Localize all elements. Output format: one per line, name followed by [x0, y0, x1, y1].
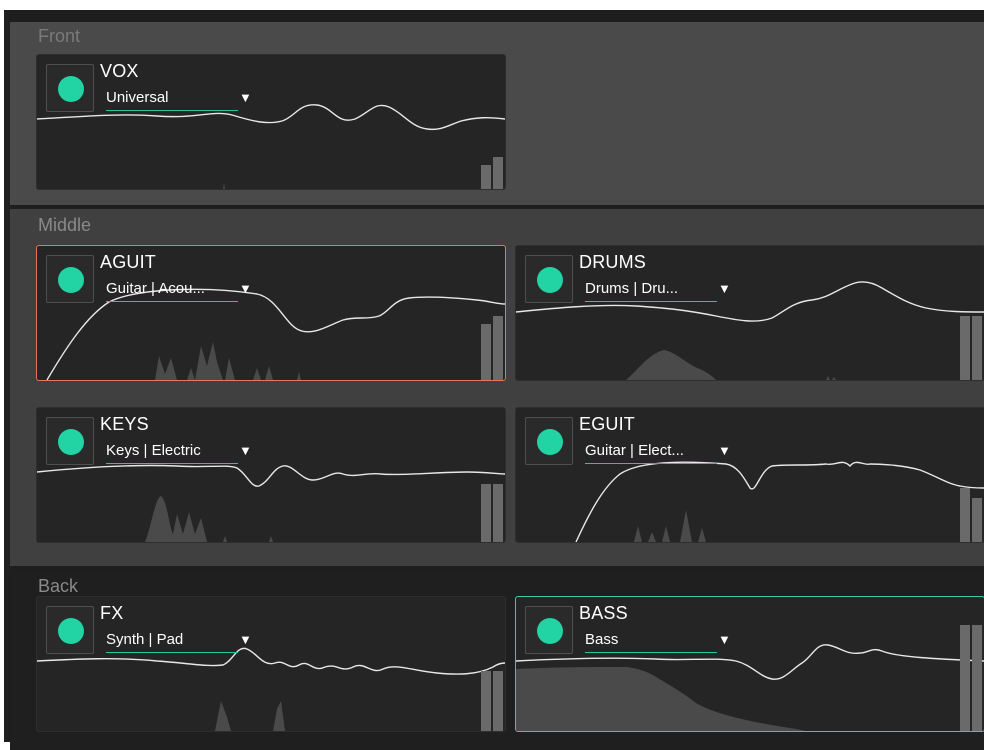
- level-meter-right: [493, 484, 503, 542]
- preset-dropdown[interactable]: Synth | Pad ▼: [106, 630, 252, 653]
- level-meter-left: [960, 316, 970, 380]
- track-card-drums[interactable]: DRUMS Drums | Dru... ▼: [515, 245, 984, 381]
- enable-button[interactable]: [46, 64, 94, 112]
- preset-dropdown[interactable]: Bass ▼: [585, 630, 731, 653]
- track-name: DRUMS: [579, 252, 646, 272]
- level-meter-left: [481, 324, 491, 380]
- track-name: EGUIT: [579, 414, 636, 434]
- preset-dropdown[interactable]: Universal ▼: [106, 88, 252, 111]
- enable-dot-icon: [537, 618, 563, 644]
- triangle-down-icon: ▼: [239, 632, 252, 647]
- enable-button[interactable]: [525, 417, 573, 465]
- enable-dot-icon: [537, 267, 563, 293]
- triangle-down-icon: ▼: [718, 632, 731, 647]
- triangle-down-icon: ▼: [718, 443, 731, 458]
- enable-dot-icon: [58, 76, 84, 102]
- enable-dot-icon: [58, 429, 84, 455]
- level-meter-left: [481, 671, 491, 731]
- enable-dot-icon: [58, 618, 84, 644]
- preset-label: Synth | Pad: [106, 631, 184, 648]
- level-meter-right: [972, 316, 982, 380]
- level-meter-right: [972, 498, 982, 542]
- enable-button[interactable]: [46, 255, 94, 303]
- level-meter-left: [481, 165, 491, 189]
- level-meter-left: [960, 625, 970, 731]
- preset-dropdown[interactable]: Drums | Dru... ▼: [585, 279, 731, 302]
- track-name: KEYS: [100, 414, 149, 434]
- section-front: Front VOX Universal ▼: [10, 22, 984, 205]
- track-card-eguit[interactable]: EGUIT Guitar | Elect... ▼: [515, 407, 984, 543]
- preset-dropdown[interactable]: Guitar | Elect... ▼: [585, 441, 731, 464]
- triangle-down-icon: ▼: [718, 281, 731, 296]
- track-card-aguit[interactable]: AGUIT Guitar | Acou... ▼: [36, 245, 506, 381]
- section-back: Back FX Synth | Pad ▼ BASS Bass ▼: [10, 570, 984, 750]
- level-meter-left: [960, 488, 970, 542]
- enable-button[interactable]: [525, 606, 573, 654]
- track-card-bass[interactable]: BASS Bass ▼: [515, 596, 984, 732]
- level-meter-right: [493, 316, 503, 380]
- mix-layout-panel: Front VOX Universal ▼ Middle AGUIT Guita…: [4, 10, 984, 750]
- preset-label: Guitar | Elect...: [585, 442, 684, 459]
- section-title-middle: Middle: [38, 215, 92, 235]
- track-card-vox[interactable]: VOX Universal ▼: [36, 54, 506, 190]
- enable-dot-icon: [58, 267, 84, 293]
- enable-dot-icon: [537, 429, 563, 455]
- preset-label: Bass: [585, 631, 619, 648]
- triangle-down-icon: ▼: [239, 443, 252, 458]
- track-card-keys[interactable]: KEYS Keys | Electric ▼: [36, 407, 506, 543]
- preset-label: Universal: [106, 89, 169, 106]
- track-name: AGUIT: [100, 252, 157, 272]
- preset-label: Drums | Dru...: [585, 280, 679, 297]
- track-name: VOX: [100, 61, 139, 81]
- track-name: BASS: [579, 603, 628, 623]
- level-meter-right: [972, 625, 982, 731]
- preset-dropdown[interactable]: Guitar | Acou... ▼: [106, 279, 252, 302]
- enable-button[interactable]: [46, 606, 94, 654]
- triangle-down-icon: ▼: [239, 90, 252, 105]
- triangle-down-icon: ▼: [239, 281, 252, 296]
- level-meter-left: [481, 484, 491, 542]
- section-middle: Middle AGUIT Guitar | Acou... ▼ DRUMS Dr…: [10, 209, 984, 566]
- section-title-back: Back: [38, 576, 79, 596]
- level-meter-right: [493, 671, 503, 731]
- track-card-fx[interactable]: FX Synth | Pad ▼: [36, 596, 506, 732]
- enable-button[interactable]: [525, 255, 573, 303]
- section-title-front: Front: [38, 26, 81, 46]
- level-meter-right: [493, 157, 503, 189]
- enable-button[interactable]: [46, 417, 94, 465]
- track-name: FX: [100, 603, 124, 623]
- preset-label: Guitar | Acou...: [106, 280, 205, 297]
- preset-dropdown[interactable]: Keys | Electric ▼: [106, 441, 252, 464]
- preset-label: Keys | Electric: [106, 442, 201, 459]
